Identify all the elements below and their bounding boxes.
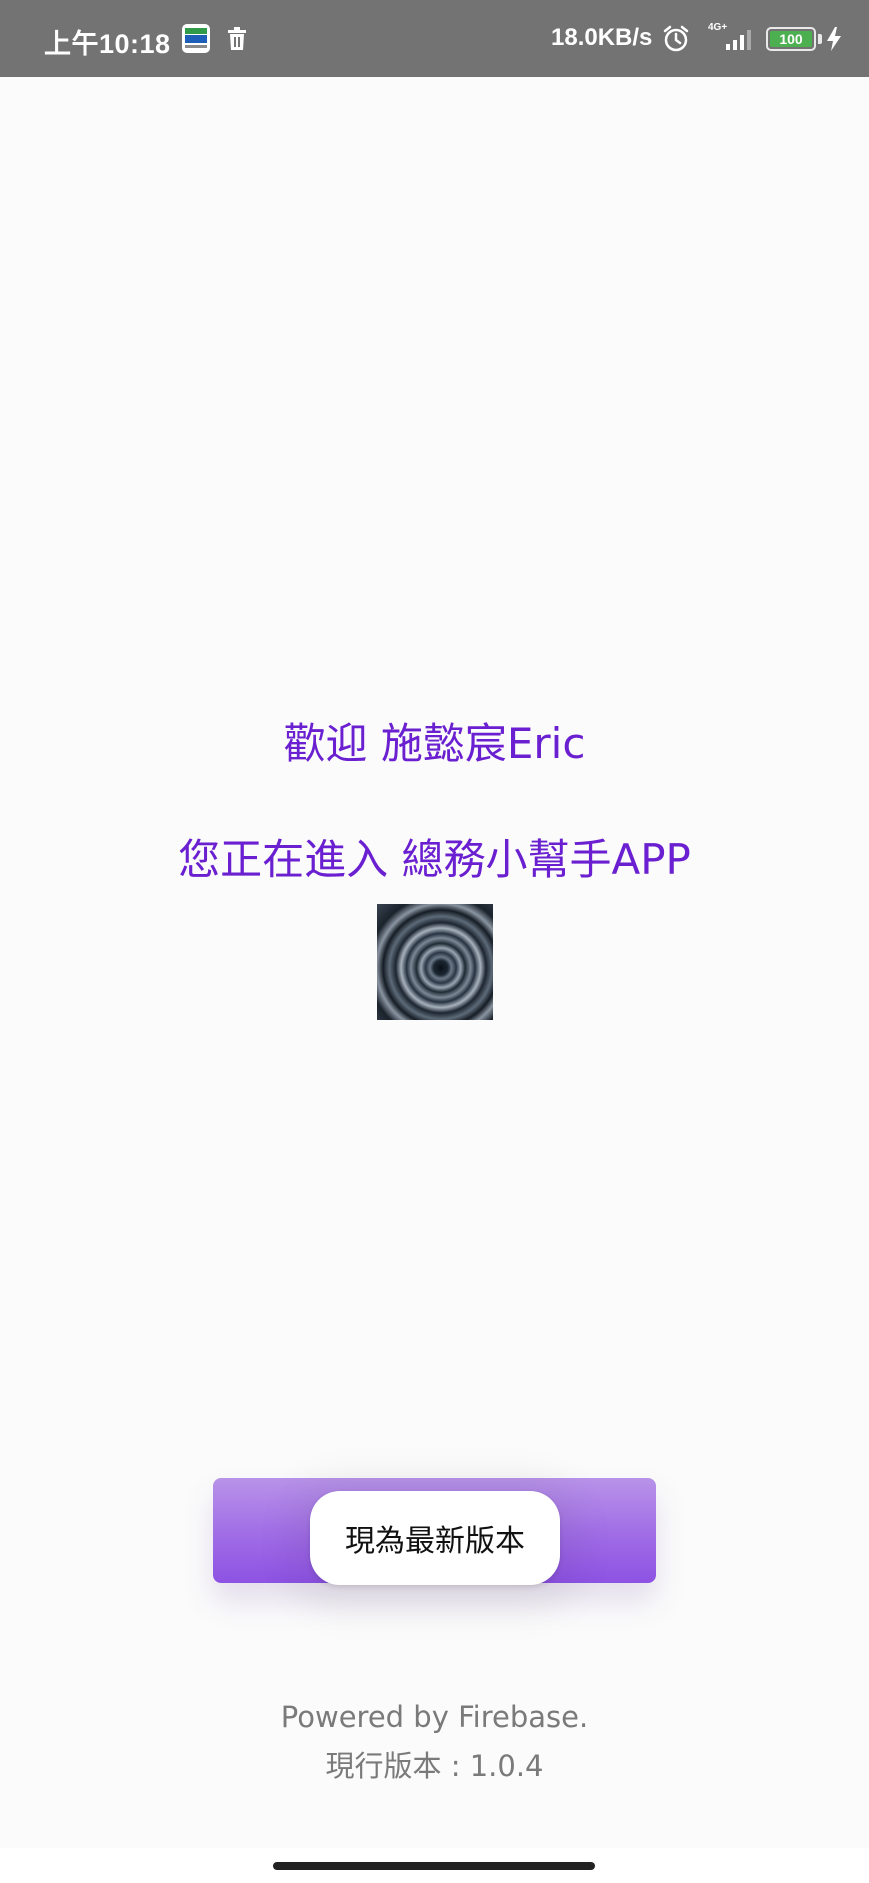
status-bar: 上午10:18 18.0KB/s 4G+ 100 [0, 0, 869, 77]
alarm-icon [663, 25, 689, 52]
charging-icon [827, 27, 841, 51]
toast-message: 現為最新版本 [310, 1491, 560, 1585]
powered-by-text: Powered by Firebase. [280, 1700, 589, 1734]
trash-icon [228, 27, 246, 50]
toast-text: 現為最新版本 [345, 1524, 525, 1559]
home-indicator[interactable] [273, 1862, 595, 1870]
avatar [377, 904, 493, 1020]
network-speed: 18.0KB/s [551, 24, 653, 51]
battery-tip [818, 34, 822, 44]
status-time: 上午10:18 [44, 29, 171, 59]
entering-app-text: 您正在進入 總務小幫手APP [178, 835, 691, 884]
battery-level: 100 [770, 31, 812, 47]
welcome-text: 歡迎 施懿宸Eric [283, 719, 586, 768]
signal-icon [726, 30, 751, 50]
version-text: 現行版本 : 1.0.4 [325, 1749, 544, 1783]
battery-icon: 100 [766, 27, 816, 51]
app-notification-icon [182, 24, 210, 53]
